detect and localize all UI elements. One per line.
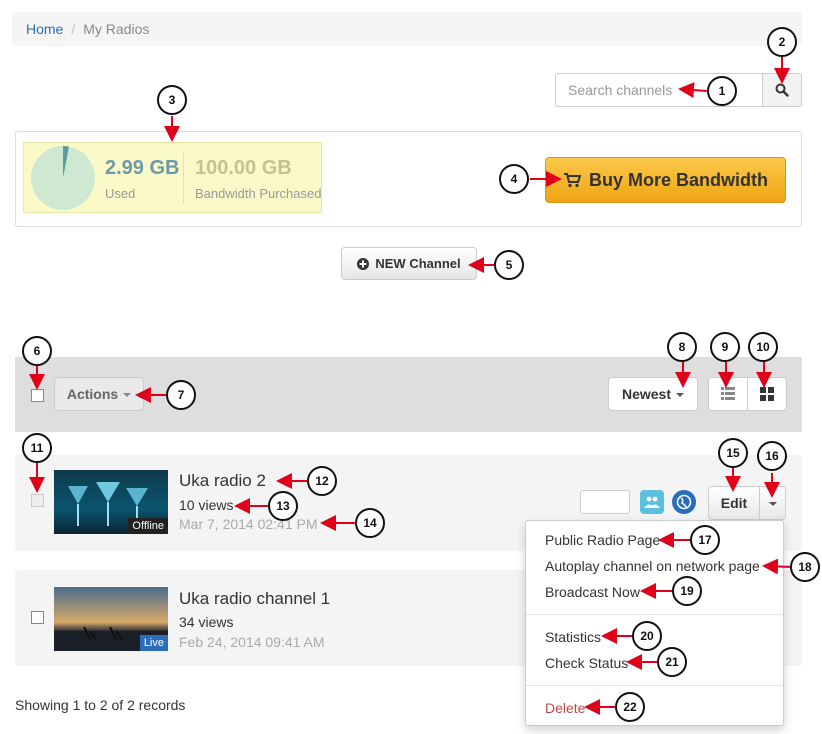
menu-divider (526, 614, 783, 615)
used-label: Used (105, 186, 136, 201)
search-button[interactable] (762, 73, 802, 107)
channel-views: 34 views (179, 614, 234, 630)
channel-thumbnail[interactable]: Offline (54, 470, 168, 534)
purchased-value: 100.00 GB (195, 157, 292, 179)
breadcrumb-home-link[interactable]: Home (26, 21, 63, 37)
callout-7: 7 (166, 380, 196, 410)
menu-item-statistics[interactable]: Statistics (545, 629, 601, 645)
callout-14: 14 (355, 508, 385, 538)
callout-5: 5 (494, 250, 524, 280)
buy-bandwidth-button[interactable]: Buy More Bandwidth (545, 157, 786, 203)
chevron-down-icon (768, 502, 777, 506)
grid-icon (760, 387, 774, 401)
breadcrumb-separator: / (71, 21, 76, 37)
bandwidth-pie-chart (31, 146, 95, 210)
callout-12: 12 (307, 466, 337, 496)
channel-title[interactable]: Uka radio channel 1 (179, 589, 330, 609)
breadcrumb-current: My Radios (83, 21, 150, 37)
sort-label: Newest (621, 386, 672, 402)
callout-2: 2 (767, 27, 797, 57)
channel-title[interactable]: Uka radio 2 (179, 471, 266, 491)
list-icon (721, 387, 735, 400)
cart-icon (564, 173, 581, 188)
channel-row-input[interactable] (580, 490, 630, 514)
menu-item-delete[interactable]: Delete (545, 700, 585, 716)
callout-3: 3 (157, 85, 187, 115)
callout-22: 22 (615, 692, 645, 722)
records-summary: Showing 1 to 2 of 2 records (15, 697, 186, 713)
edit-dropdown-toggle[interactable] (760, 486, 786, 520)
callout-4: 4 (499, 164, 529, 194)
select-all-checkbox[interactable] (31, 389, 44, 402)
status-badge: Offline (128, 518, 168, 534)
callout-18: 18 (790, 552, 820, 582)
callout-1: 1 (707, 76, 737, 106)
used-value: 2.99 GB (105, 157, 180, 179)
chevron-down-icon (676, 393, 685, 397)
buy-bandwidth-label: Buy More Bandwidth (589, 169, 768, 190)
channel-date: Feb 24, 2014 09:41 AM (179, 634, 325, 650)
callout-16: 16 (757, 441, 787, 471)
menu-item-broadcast-now[interactable]: Broadcast Now (545, 584, 640, 600)
callout-17: 17 (690, 525, 720, 555)
callout-8: 8 (667, 332, 697, 362)
users-button[interactable] (640, 490, 664, 514)
plus-circle-icon (357, 257, 370, 270)
channel-thumbnail[interactable]: Live (54, 587, 168, 651)
callout-20: 20 (632, 621, 662, 651)
callout-15: 15 (718, 438, 748, 468)
sort-dropdown-button[interactable]: Newest (608, 377, 698, 411)
callout-6: 6 (22, 336, 52, 366)
callout-10: 10 (748, 332, 778, 362)
search-icon (775, 83, 789, 97)
channel-views: 10 views (179, 497, 234, 513)
menu-item-check-status[interactable]: Check Status (545, 655, 628, 671)
callout-11: 11 (22, 433, 52, 463)
actions-label: Actions (66, 386, 119, 402)
grid-view-button[interactable] (747, 377, 787, 411)
purchased-label: Bandwidth Purchased (195, 186, 322, 201)
breadcrumb: Home / My Radios (12, 12, 802, 46)
actions-dropdown-button[interactable]: Actions (54, 377, 144, 411)
new-channel-button[interactable]: NEW Channel (341, 247, 477, 280)
status-badge: Live (139, 635, 168, 651)
edit-button[interactable]: Edit (708, 486, 760, 520)
channel-checkbox[interactable] (31, 611, 44, 624)
globe-button[interactable] (672, 490, 696, 514)
chevron-down-icon (123, 393, 132, 397)
new-channel-label: NEW Channel (375, 256, 461, 271)
list-view-button[interactable] (708, 377, 748, 411)
callout-19: 19 (672, 576, 702, 606)
channel-checkbox[interactable] (31, 494, 44, 507)
callout-13: 13 (268, 491, 298, 521)
menu-item-autoplay[interactable]: Autoplay channel on network page (545, 558, 760, 574)
users-icon (644, 496, 660, 508)
menu-item-public-radio-page[interactable]: Public Radio Page (545, 532, 660, 548)
menu-divider (526, 685, 783, 686)
bandwidth-divider (183, 152, 184, 204)
globe-icon (676, 494, 692, 510)
callout-21: 21 (657, 647, 687, 677)
callout-9: 9 (710, 332, 740, 362)
channel-date: Mar 7, 2014 02:41 PM (179, 516, 318, 532)
